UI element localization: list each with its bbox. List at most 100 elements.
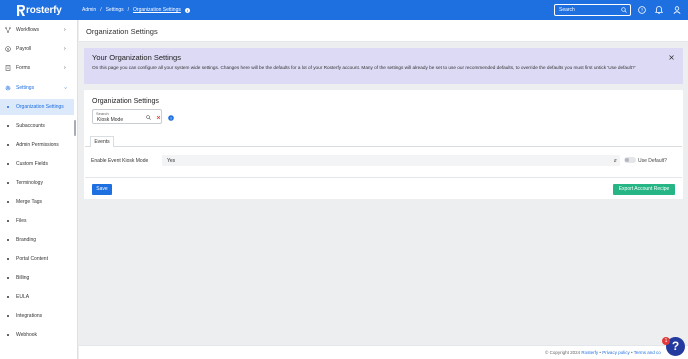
sidebar-item-label: Payroll [16,46,32,52]
sidebar-item-payroll[interactable]: $ Payroll › [0,41,74,57]
bullet [7,220,9,222]
page-header: Organization Settings [79,20,688,42]
search-icon[interactable] [621,7,627,13]
setting-select[interactable]: Yes ⇵ [162,155,620,166]
select-arrows-icon: ⇵ [613,158,617,163]
bullet [7,334,9,336]
sidebar-subitem-label: Merge Tags [16,199,43,205]
info-icon[interactable]: i [168,115,174,121]
sidebar-subitem-organization-settings[interactable]: Organization Settings [0,99,74,115]
bullet [7,315,9,317]
save-button[interactable]: Save [92,184,112,195]
tab-strip [85,135,682,147]
chevron-right-icon: › [64,65,66,71]
global-search-input[interactable]: Search [554,4,631,16]
sidebar-subitem-label: Webhook [16,332,38,338]
sidebar-subitem-label: Integrations [16,313,43,319]
sidebar-subitem-terminology[interactable]: Terminology [0,175,74,191]
sidebar-subitem-label: Files [16,218,27,224]
close-icon[interactable] [669,55,674,60]
sidebar-subitem-billing[interactable]: Billing [0,270,74,286]
sidebar: Workflows › $ Payroll › Forms › Settings… [0,20,78,359]
divider [85,177,682,178]
rosterfy-logo-icon [17,4,25,16]
bullet [7,163,9,165]
sidebar-subitem-portal-content[interactable]: Portal Content [0,251,74,267]
bullet [7,106,9,108]
breadcrumb-separator: / [100,7,102,13]
sidebar-subitem-admin-permissions[interactable]: Admin Permissions [0,137,74,153]
sidebar-subitem-branding[interactable]: Branding [0,232,74,248]
settings-search-input[interactable]: Search Kiosk Mode [92,109,162,124]
chevron-right-icon: › [64,46,66,52]
sidebar-subitem-integrations[interactable]: Integrations [0,308,74,324]
footer-text: © Copyright 2024 Rosterfy • Privacy poli… [545,350,661,355]
bullet [7,239,9,241]
sidebar-item-forms[interactable]: Forms › [0,60,74,76]
privacy-link[interactable]: Privacy policy [602,350,630,355]
sidebar-subitem-label: Custom Fields [16,161,48,167]
sidebar-item-label: Workflows [16,27,39,33]
sidebar-subitem-label: Billing [16,275,30,281]
sidebar-subitem-label: Branding [16,237,37,243]
sidebar-item-label: Forms [16,65,31,71]
sidebar-subitem-subaccounts[interactable]: Subaccounts [0,118,74,134]
sidebar-item-workflows[interactable]: Workflows › [0,22,74,38]
breadcrumb-settings[interactable]: Settings [106,7,124,13]
search-field-value: Kiosk Mode [97,117,124,123]
sidebar-subitem-label: Portal Content [16,256,48,262]
sidebar-item-label: Settings [16,85,35,91]
terms-link[interactable]: Terms and co [634,350,661,355]
search-field-label: Search [96,111,109,116]
breadcrumb-organization-settings[interactable]: Organization Settings [133,7,181,13]
workflow-icon [5,27,11,33]
toggle-knob [625,158,629,162]
use-default-toggle[interactable] [624,157,636,163]
brand-link[interactable]: Rosterfy [581,350,598,355]
bullet [7,125,9,127]
clear-icon[interactable] [156,115,161,120]
chevron-right-icon: › [64,27,66,33]
breadcrumb-admin[interactable]: Admin [82,7,96,13]
copyright-text: © Copyright 2024 [545,350,582,355]
sidebar-subitem-label: Subaccounts [16,123,45,129]
payroll-icon: $ [5,46,11,52]
breadcrumb: Admin / Settings / Organization Settings… [82,7,190,13]
user-icon[interactable] [672,5,682,15]
sidebar-subitem-label: Organization Settings [16,104,64,110]
search-placeholder: Search [559,7,575,13]
svg-text:?: ? [641,8,644,13]
setting-label: Enable Event Kiosk Mode [91,158,149,164]
sidebar-subitem-custom-fields[interactable]: Custom Fields [0,156,74,172]
tab-events[interactable]: Events [90,136,114,147]
sidebar-scrollbar[interactable] [74,120,76,136]
sidebar-subitem-webhook[interactable]: Webhook [0,327,74,343]
forms-icon [5,65,11,71]
bell-icon[interactable] [654,5,664,15]
banner-title: Your Organization Settings [92,53,181,62]
gear-icon [5,85,11,91]
breadcrumb-separator: / [127,7,130,13]
select-value: Yes [167,158,176,164]
sidebar-subitem-merge-tags[interactable]: Merge Tags [0,194,74,210]
bullet [7,182,9,184]
banner-body: On this page you can configure all your … [92,65,636,70]
logo-text: rosterfy [26,4,62,16]
sidebar-subitem-eula[interactable]: EULA [0,289,74,305]
info-banner: Your Organization Settings On this page … [84,48,683,84]
page-title: Organization Settings [86,27,158,36]
footer: © Copyright 2024 Rosterfy • Privacy poli… [79,345,688,359]
export-account-recipe-button[interactable]: Export Account Recipe [613,184,675,195]
sidebar-subitem-label: EULA [16,294,30,300]
bullet [7,258,9,260]
logo[interactable]: rosterfy [16,3,62,17]
sidebar-subitem-label: Admin Permissions [16,142,59,148]
info-icon[interactable]: i [184,7,190,13]
sidebar-subitem-label: Terminology [16,180,43,186]
search-icon[interactable] [146,115,151,120]
top-navbar: rosterfy Admin / Settings / Organization… [0,0,688,20]
sidebar-subitem-files[interactable]: Files [0,213,74,229]
chevron-down-icon: › [61,87,68,89]
help-circle-icon[interactable]: ? [637,5,647,15]
sidebar-item-settings[interactable]: Settings › [0,80,74,96]
